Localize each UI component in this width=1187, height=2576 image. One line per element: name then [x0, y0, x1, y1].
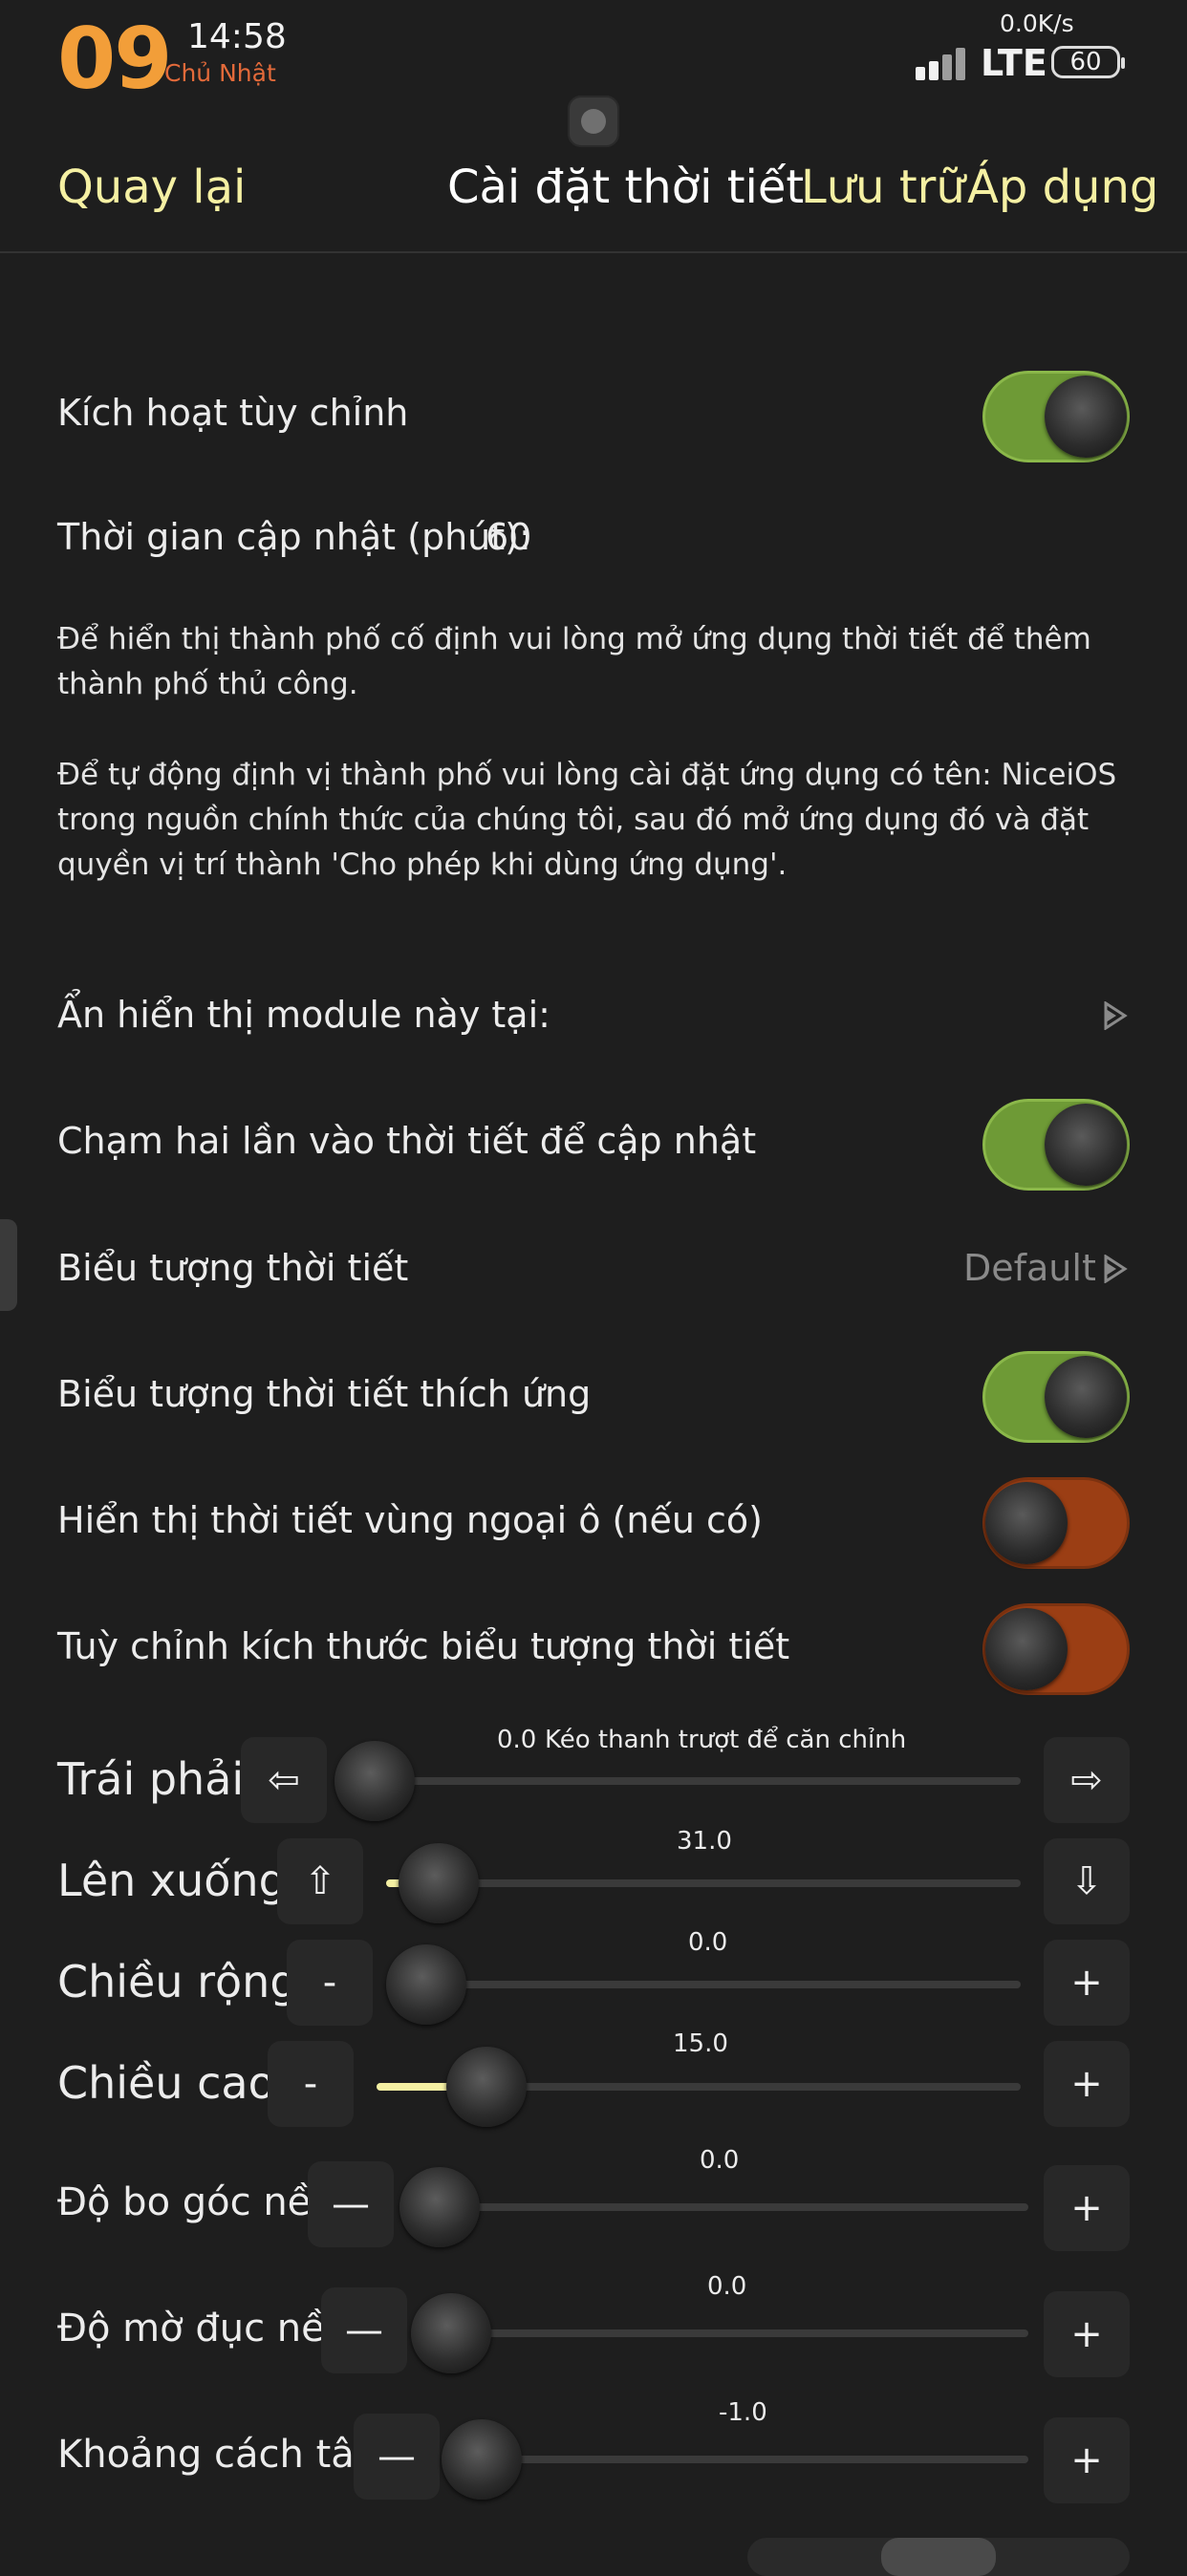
chevron-right-icon[interactable] [1103, 1001, 1128, 1030]
left-right-label: Trái phải [57, 1753, 245, 1805]
height-increase-button[interactable]: + [1044, 2041, 1130, 2127]
right-arrow-button[interactable]: ⇨ [1044, 1737, 1130, 1823]
slider-knob[interactable] [386, 1944, 466, 2025]
weather-icon-label: Biểu tượng thời tiết [57, 1247, 409, 1289]
width-value: 0.0 [688, 1928, 728, 1957]
segment-selected[interactable] [881, 2538, 996, 2576]
corner-radius-slider[interactable] [399, 2167, 1028, 2247]
width-label: Chiều rộng [57, 1956, 298, 2007]
info-auto-locate: Để tự động định vị thành phố vui lòng cà… [57, 758, 1117, 882]
update-interval-value[interactable]: 60 [486, 516, 531, 558]
side-edge-tab[interactable] [0, 1219, 17, 1311]
slider-knob[interactable] [445, 2047, 527, 2127]
bg-opacity-decrease-button[interactable]: — [321, 2287, 407, 2373]
network-type: LTE [981, 42, 1047, 84]
slider-knob[interactable] [399, 1843, 480, 1923]
status-weekday: Chủ Nhật [164, 59, 276, 87]
width-decrease-button[interactable]: - [287, 1940, 373, 2026]
center-spacing-slider[interactable] [442, 2419, 1028, 2500]
center-spacing-value: -1.0 [719, 2398, 767, 2427]
adaptive-icon-label: Biểu tượng thời tiết thích ứng [57, 1373, 592, 1415]
hide-module-label: Ẩn hiển thị module này tại: [57, 994, 550, 1036]
width-increase-button[interactable]: + [1044, 1940, 1130, 2026]
left-right-value: 0.0 [497, 1726, 537, 1754]
adaptive-icon-toggle[interactable] [982, 1351, 1130, 1443]
weather-icon-value[interactable]: Default [963, 1247, 1096, 1289]
drag-handle-icon[interactable] [568, 96, 619, 147]
back-button[interactable]: Quay lại [57, 161, 246, 214]
width-slider[interactable] [386, 1944, 1021, 2025]
left-arrow-button[interactable]: ⇦ [241, 1737, 327, 1823]
status-hour: 09 [57, 10, 172, 108]
enable-custom-toggle[interactable] [982, 371, 1130, 462]
signal-icon [916, 46, 969, 80]
center-spacing-decrease-button[interactable]: — [354, 2414, 440, 2500]
apply-button[interactable]: Áp dụng [967, 161, 1158, 214]
toggle-knob [1045, 1104, 1127, 1186]
slider-knob[interactable] [335, 1741, 415, 1821]
page-title: Cài đặt thời tiết [447, 161, 805, 214]
slider-knob[interactable] [442, 2419, 522, 2500]
save-button[interactable]: Lưu trữ [801, 161, 965, 214]
bg-opacity-increase-button[interactable]: + [1044, 2291, 1130, 2377]
slider-knob[interactable] [411, 2293, 491, 2373]
bg-opacity-slider[interactable] [411, 2293, 1028, 2373]
height-slider[interactable] [377, 2047, 1021, 2127]
custom-icon-size-toggle[interactable] [982, 1603, 1130, 1695]
enable-custom-label: Kích hoạt tùy chỉnh [57, 392, 409, 434]
update-interval-label: Thời gian cập nhật (phút): [57, 516, 531, 558]
nav-divider [0, 251, 1187, 253]
center-spacing-increase-button[interactable]: + [1044, 2417, 1130, 2503]
corner-radius-value: 0.0 [700, 2146, 740, 2175]
chevron-right-icon[interactable] [1103, 1255, 1128, 1283]
toggle-knob [1045, 1356, 1127, 1438]
toggle-knob [1045, 376, 1127, 458]
up-down-label: Lên xuống [57, 1855, 287, 1906]
bg-opacity-value: 0.0 [707, 2272, 747, 2301]
bottom-segmented-control[interactable] [747, 2538, 1130, 2576]
corner-radius-decrease-button[interactable]: — [308, 2161, 394, 2247]
status-clock: 14:58 [187, 17, 287, 56]
toggle-knob [985, 1608, 1068, 1690]
double-tap-toggle[interactable] [982, 1099, 1130, 1191]
up-down-value: 31.0 [677, 1827, 732, 1856]
height-decrease-button[interactable]: - [268, 2041, 354, 2127]
up-arrow-button[interactable]: ⇧ [277, 1838, 363, 1924]
slider-knob[interactable] [399, 2167, 480, 2247]
up-down-slider[interactable] [386, 1843, 1021, 1923]
down-arrow-button[interactable]: ⇩ [1044, 1838, 1130, 1924]
double-tap-label: Chạm hai lần vào thời tiết để cập nhật [57, 1120, 757, 1162]
custom-icon-size-label: Tuỳ chỉnh kích thước biểu tượng thời tiế… [57, 1625, 790, 1667]
slider-hint: Kéo thanh trượt để căn chỉnh [545, 1726, 907, 1754]
center-spacing-label: Khoảng cách tâm [57, 2433, 392, 2477]
battery-icon: 60 [1051, 46, 1125, 78]
status-net-speed: 0.0K/s [1000, 10, 1074, 37]
suburb-weather-label: Hiển thị thời tiết vùng ngoại ô (nếu có) [57, 1499, 763, 1541]
toggle-knob [985, 1482, 1068, 1564]
corner-radius-label: Độ bo góc nền [57, 2180, 335, 2224]
height-label: Chiều cao [57, 2057, 275, 2109]
left-right-slider[interactable] [335, 1741, 1021, 1821]
suburb-weather-toggle[interactable] [982, 1477, 1130, 1569]
corner-radius-increase-button[interactable]: + [1044, 2165, 1130, 2251]
info-fixed-city: Để hiển thị thành phố cố định vui lòng m… [57, 622, 1091, 701]
height-value: 15.0 [673, 2029, 728, 2058]
bg-opacity-label: Độ mờ đục nền [57, 2307, 350, 2351]
